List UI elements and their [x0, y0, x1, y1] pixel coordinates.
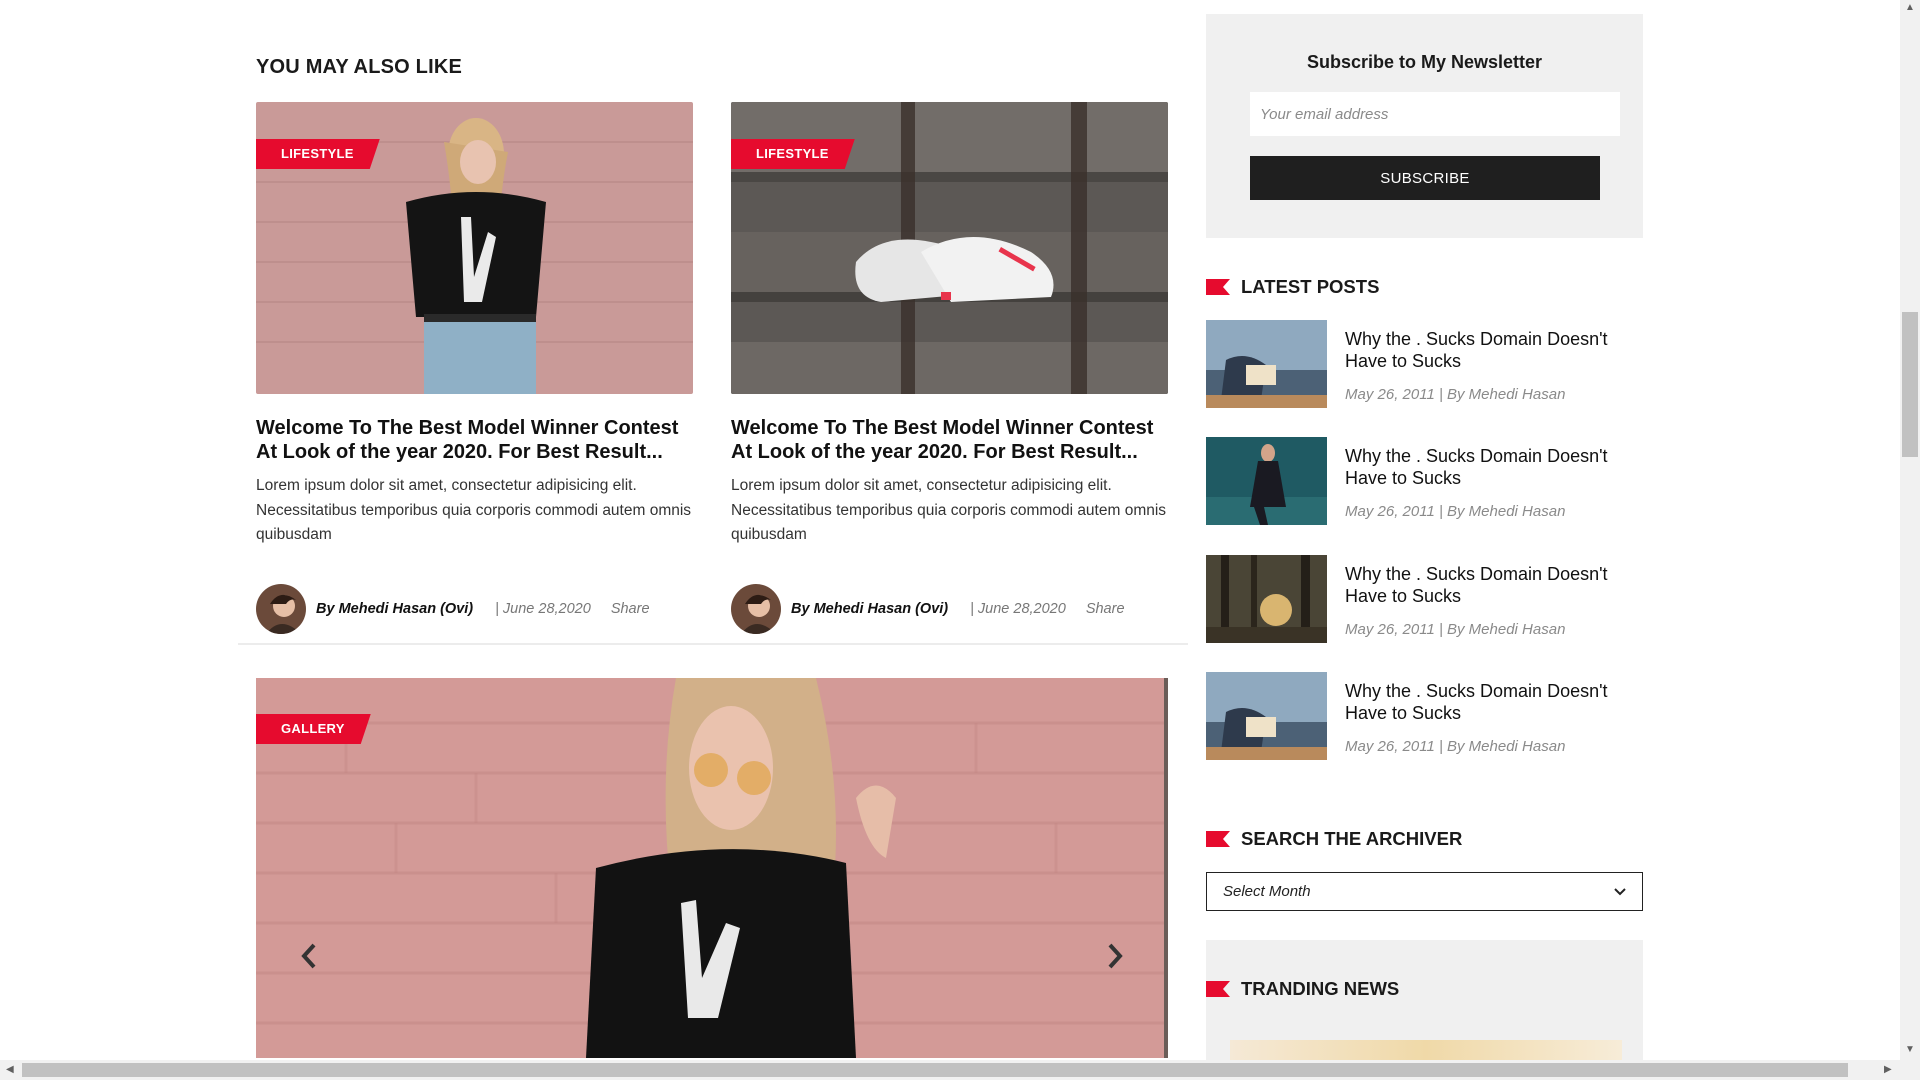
- flag-icon: [1206, 279, 1230, 295]
- post-title[interactable]: Why the . Sucks Domain Doesn't Have to S…: [1345, 328, 1645, 372]
- related-card[interactable]: LIFESTYLE Welcome To The Best Model Winn…: [256, 102, 693, 634]
- subscribe-button[interactable]: SUBSCRIBE: [1250, 156, 1600, 200]
- card-meta: By Mehedi Hasan (Ovi) | June 28,2020 Sha…: [731, 583, 1168, 634]
- avatar: [731, 583, 781, 634]
- avatar: [256, 583, 306, 634]
- gallery-photo: [256, 678, 1168, 1058]
- post-title[interactable]: Why the . Sucks Domain Doesn't Have to S…: [1345, 680, 1645, 724]
- author-link[interactable]: By Mehedi Hasan (Ovi): [316, 601, 473, 617]
- widget-title-text: LATEST POSTS: [1241, 276, 1380, 297]
- category-badge[interactable]: LIFESTYLE: [731, 139, 855, 169]
- avatar-image: [256, 583, 306, 634]
- latest-post-item[interactable]: Why the . Sucks Domain Doesn't Have to S…: [1206, 672, 1643, 760]
- chevron-left-icon[interactable]: [298, 938, 320, 978]
- share-link[interactable]: Share: [611, 601, 650, 617]
- card-title[interactable]: Welcome To The Best Model Winner Contest…: [731, 416, 1168, 464]
- horizontal-scroll-thumb[interactable]: [22, 1063, 1848, 1077]
- post-date: | June 28,2020: [970, 600, 1066, 617]
- newsletter-widget: Subscribe to My Newsletter SUBSCRIBE: [1206, 14, 1643, 238]
- flag-icon: [1206, 831, 1230, 847]
- chevron-right-icon[interactable]: [1104, 938, 1126, 978]
- flag-icon: [1206, 981, 1230, 997]
- scroll-up-icon[interactable]: ▲: [1905, 2, 1915, 13]
- post-meta: May 26, 2011 | By Mehedi Hasan: [1345, 386, 1566, 403]
- card-excerpt: Lorem ipsum dolor sit amet, consectetur …: [256, 477, 692, 543]
- post-meta: May 26, 2011 | By Mehedi Hasan: [1345, 621, 1566, 638]
- archive-title: SEARCH THE ARCHIVER: [1206, 828, 1462, 850]
- scroll-right-icon[interactable]: ▶: [1884, 1064, 1892, 1075]
- vertical-scrollbar[interactable]: [1900, 0, 1920, 1060]
- post-meta: May 26, 2011 | By Mehedi Hasan: [1345, 738, 1566, 755]
- post-date: | June 28,2020: [495, 600, 591, 617]
- post-title[interactable]: Why the . Sucks Domain Doesn't Have to S…: [1345, 563, 1645, 607]
- month-select[interactable]: Select Month: [1206, 872, 1643, 911]
- latest-post-item[interactable]: Why the . Sucks Domain Doesn't Have to S…: [1206, 320, 1643, 408]
- section-divider: [238, 643, 1188, 645]
- widget-title-text: TRANDING NEWS: [1241, 978, 1400, 999]
- widget-title-text: SEARCH THE ARCHIVER: [1241, 828, 1463, 849]
- post-title[interactable]: Why the . Sucks Domain Doesn't Have to S…: [1345, 445, 1645, 489]
- scroll-left-icon[interactable]: ◀: [6, 1064, 14, 1075]
- card-image[interactable]: LIFESTYLE: [256, 102, 693, 394]
- month-select-value: Select Month: [1223, 883, 1311, 900]
- vertical-scroll-thumb[interactable]: [1902, 312, 1918, 457]
- post-thumbnail[interactable]: [1206, 320, 1327, 408]
- share-link[interactable]: Share: [1086, 601, 1125, 617]
- section-title: YOU MAY ALSO LIKE: [256, 56, 463, 78]
- post-thumbnail[interactable]: [1206, 437, 1327, 525]
- trending-widget: TRANDING NEWS: [1206, 940, 1643, 1070]
- card-title[interactable]: Welcome To The Best Model Winner Contest…: [256, 416, 693, 464]
- category-badge[interactable]: LIFESTYLE: [256, 139, 380, 169]
- latest-post-item[interactable]: Why the . Sucks Domain Doesn't Have to S…: [1206, 437, 1643, 525]
- trending-image[interactable]: [1230, 1040, 1622, 1060]
- trending-title: TRANDING NEWS: [1206, 978, 1399, 1000]
- latest-post-item[interactable]: Why the . Sucks Domain Doesn't Have to S…: [1206, 555, 1643, 643]
- category-badge[interactable]: GALLERY: [256, 714, 371, 744]
- post-meta: May 26, 2011 | By Mehedi Hasan: [1345, 503, 1566, 520]
- author-link[interactable]: By Mehedi Hasan (Ovi): [791, 601, 948, 617]
- chevron-down-icon: [1614, 883, 1626, 900]
- newsletter-title: Subscribe to My Newsletter: [1306, 52, 1543, 72]
- related-card[interactable]: LIFESTYLE Welcome To The Best Model Winn…: [731, 102, 1168, 634]
- card-meta: By Mehedi Hasan (Ovi) | June 28,2020 Sha…: [256, 583, 693, 634]
- scroll-down-icon[interactable]: ▼: [1905, 1044, 1915, 1055]
- post-thumbnail[interactable]: [1206, 672, 1327, 760]
- post-thumbnail[interactable]: [1206, 555, 1327, 643]
- email-field[interactable]: [1250, 92, 1620, 136]
- card-excerpt: Lorem ipsum dolor sit amet, consectetur …: [731, 477, 1167, 543]
- gallery-slider[interactable]: GALLERY: [256, 678, 1168, 1058]
- avatar-image: [731, 583, 781, 634]
- latest-posts-title: LATEST POSTS: [1206, 276, 1379, 298]
- card-image[interactable]: LIFESTYLE: [731, 102, 1168, 394]
